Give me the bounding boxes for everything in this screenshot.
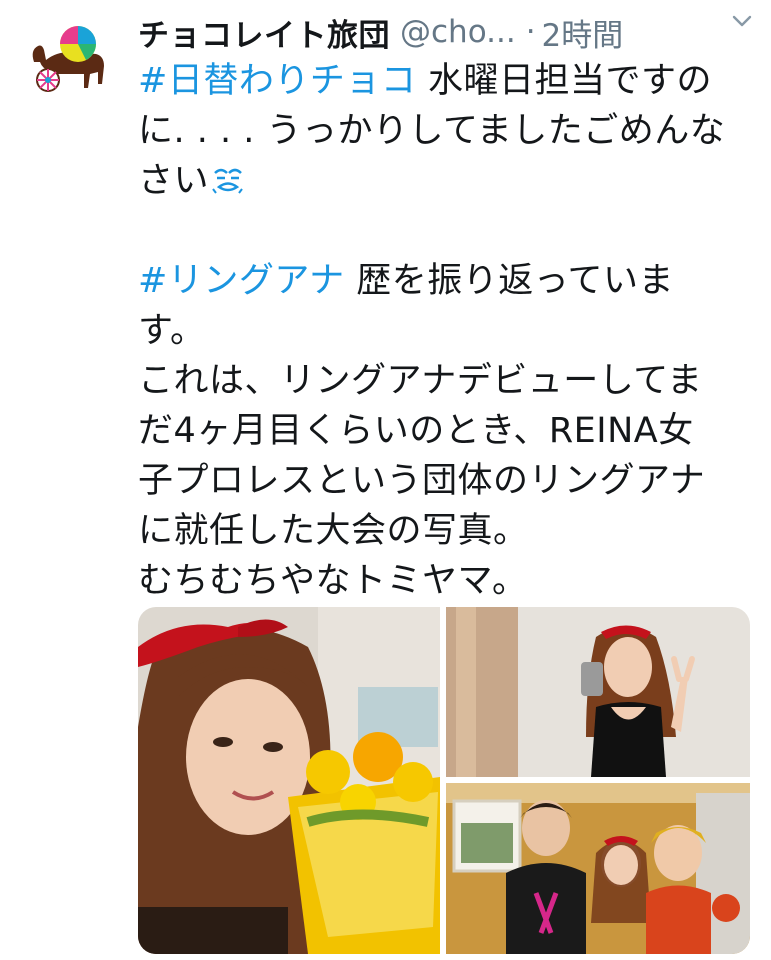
- tweet-header: チョコレイト旅団 @cho... · 2時間: [138, 10, 757, 54]
- chevron-down-icon[interactable]: [729, 8, 755, 34]
- tweet-line: だ4ヶ月目くらいのとき、REINA女: [138, 406, 758, 456]
- tweet-line: に. . . . うっかりしてましたごめんな: [138, 106, 758, 156]
- tweet-line: さい: [138, 156, 758, 206]
- tweet-text-segment: だ4ヶ月目くらいのとき、REINA女: [138, 411, 694, 451]
- tweet-text-segment: さい: [138, 161, 210, 201]
- tweet-text: #日替わりチョコ 水曜日担当ですのに. . . . うっかりしてましたごめんなさ…: [138, 56, 758, 606]
- hashtag-link[interactable]: #リングアナ: [138, 261, 345, 301]
- tweet-text-segment: 子プロレスという団体のリングアナ: [138, 461, 706, 501]
- tweet-line: に就任した大会の写真。: [138, 506, 758, 556]
- tweet-text-segment: 歴を振り返っていま: [344, 261, 675, 301]
- media-grid: [138, 607, 750, 954]
- tweet-line: むちむちやなトミヤマ。: [138, 556, 758, 606]
- user-handle[interactable]: @cho...: [400, 14, 516, 50]
- sweat-face-icon: [211, 159, 245, 194]
- separator-dot: ·: [525, 14, 536, 50]
- tweet-text-segment: 水曜日担当ですの: [416, 61, 712, 101]
- photo-3[interactable]: [446, 783, 750, 954]
- photo-1[interactable]: [138, 607, 440, 954]
- hashtag-link[interactable]: #日替わりチョコ: [138, 61, 416, 101]
- tweet-line: す。: [138, 306, 758, 356]
- camel-circus-logo: [32, 26, 104, 92]
- timestamp[interactable]: 2時間: [542, 10, 624, 55]
- tweet-line: #日替わりチョコ 水曜日担当ですの: [138, 56, 758, 106]
- tweet-text-segment: す。: [138, 311, 206, 351]
- tweet-line: 子プロレスという団体のリングアナ: [138, 456, 758, 506]
- tweet-text-segment: に. . . . うっかりしてましたごめんな: [138, 111, 726, 151]
- tweet-text-segment: に就任した大会の写真。: [138, 511, 529, 551]
- avatar[interactable]: [26, 22, 112, 108]
- display-name[interactable]: チョコレイト旅団: [138, 10, 390, 55]
- tweet-line: #リングアナ 歴を振り返っていま: [138, 256, 758, 306]
- photo-2[interactable]: [446, 607, 750, 777]
- tweet-text-segment: むちむちやなトミヤマ。: [138, 561, 528, 601]
- tweet-line: これは、リングアナデビューしてま: [138, 356, 758, 406]
- tweet-text-segment: これは、リングアナデビューしてま: [138, 361, 703, 401]
